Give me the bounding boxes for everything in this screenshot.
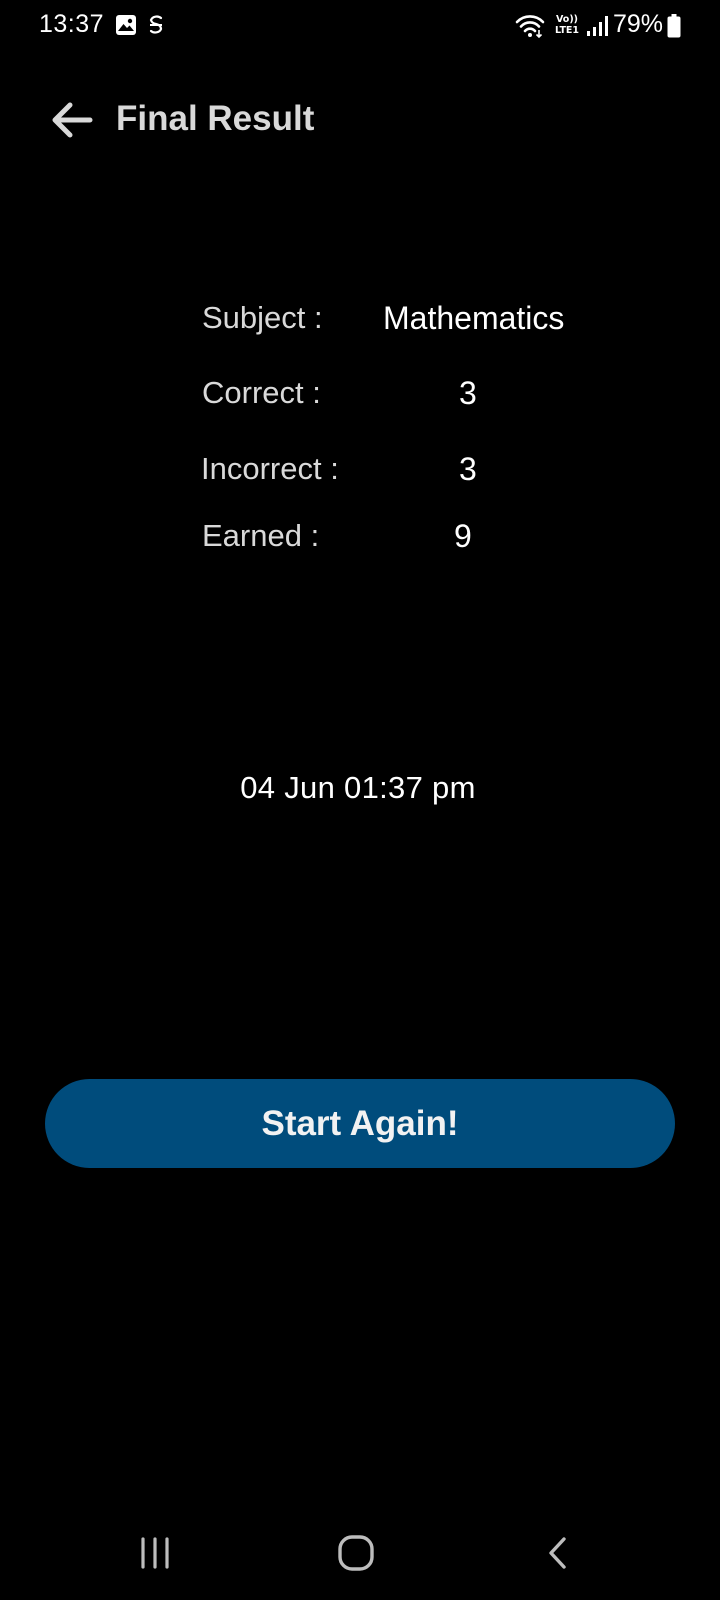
signal-icon <box>587 16 608 36</box>
recents-button[interactable] <box>125 1530 185 1576</box>
nav-back-button[interactable] <box>528 1530 588 1576</box>
volte-icon: Vo)) LTE1 <box>554 14 580 38</box>
earned-label: Earned : <box>202 518 320 553</box>
status-time: 13:37 <box>39 10 105 38</box>
correct-value: 3 <box>459 375 477 411</box>
result-row-subject: Subject : Mathematics <box>0 300 720 350</box>
home-icon <box>338 1535 374 1571</box>
earned-value: 9 <box>454 518 472 554</box>
subject-label: Subject : <box>202 300 323 335</box>
volte-line1: Vo)) <box>555 14 579 25</box>
status-bar: 13:37 Vo)) LTE1 79% <box>0 0 720 52</box>
correct-label: Correct : <box>202 375 321 410</box>
battery-icon <box>667 14 681 38</box>
start-again-button[interactable]: Start Again! <box>45 1079 675 1168</box>
incorrect-value: 3 <box>459 451 477 487</box>
wifi-icon <box>515 15 545 39</box>
sync-icon <box>149 15 163 34</box>
gallery-icon <box>116 15 136 35</box>
page-title: Final Result <box>116 99 315 138</box>
back-icon <box>549 1537 566 1569</box>
result-row-correct: Correct : 3 <box>0 375 720 425</box>
arrow-left-icon <box>52 102 93 138</box>
result-row-incorrect: Incorrect : 3 <box>0 451 720 501</box>
recents-icon <box>141 1537 169 1569</box>
result-timestamp: 04 Jun 01:37 pm <box>240 770 476 805</box>
result-row-earned: Earned : 9 <box>0 518 720 568</box>
back-button[interactable] <box>44 94 100 146</box>
battery-percent: 79% <box>613 10 664 38</box>
app-bar: Final Result <box>0 80 720 160</box>
home-button[interactable] <box>326 1530 386 1576</box>
incorrect-label: Incorrect : <box>201 451 339 486</box>
system-nav-bar <box>0 1512 720 1600</box>
subject-value: Mathematics <box>383 300 565 336</box>
volte-line2: LTE1 <box>554 25 580 36</box>
